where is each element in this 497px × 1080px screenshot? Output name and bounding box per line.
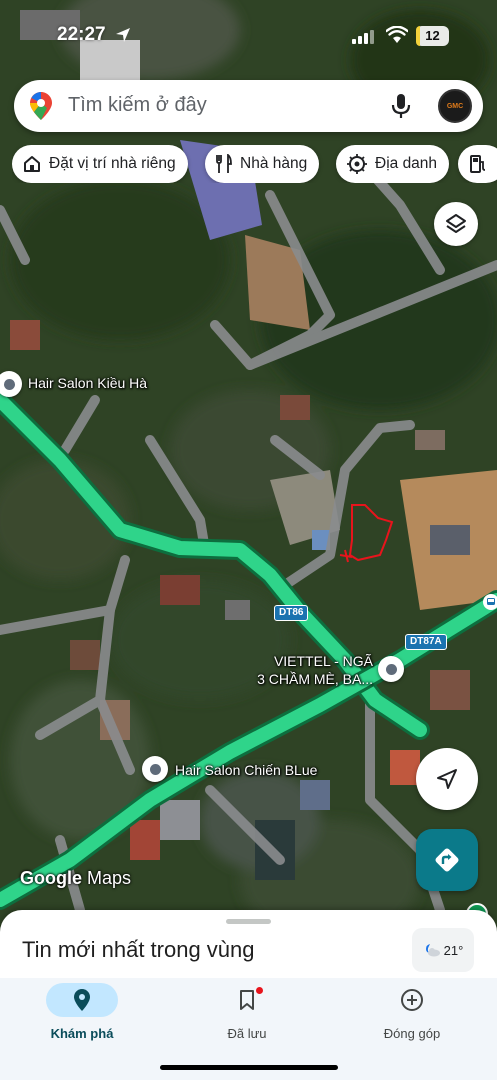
chip-label: Địa danh xyxy=(375,155,438,172)
nav-contribute[interactable]: Đóng góp xyxy=(352,983,472,1041)
status-time: 22:27 xyxy=(57,24,106,45)
watermark-product: Maps xyxy=(87,868,132,888)
place-pin[interactable] xyxy=(378,656,404,682)
night-cloud-icon xyxy=(425,944,440,957)
nav-saved-icon-wrap xyxy=(211,983,283,1017)
chip-landmarks[interactable]: Địa danh xyxy=(336,145,450,183)
chip-restaurants[interactable]: Nhà hàng xyxy=(205,145,320,183)
directions-button[interactable] xyxy=(416,829,478,891)
place-label-hair-salon-chien-blue[interactable]: Hair Salon Chiến BLue xyxy=(175,762,317,779)
road-shield-dt86: DT86 xyxy=(274,605,309,621)
bookmark-icon xyxy=(240,990,254,1010)
chip-label: Đặt vị trí nhà riêng xyxy=(49,155,176,172)
nav-saved-label: Đã lưu xyxy=(227,1026,267,1041)
layers-icon xyxy=(446,214,466,233)
search-bar[interactable]: Tìm kiếm ở đây GMC xyxy=(14,80,483,132)
sheet-title: Tin mới nhất trong vùng xyxy=(22,937,255,962)
home-indicator[interactable] xyxy=(160,1065,338,1070)
google-maps-watermark: Google Maps xyxy=(20,868,131,889)
gas-station-icon xyxy=(470,155,486,173)
navigation-arrow-icon xyxy=(437,769,457,789)
nav-explore-label: Khám phá xyxy=(50,1026,114,1041)
chip-gas-stations[interactable] xyxy=(458,145,497,183)
landmark-icon xyxy=(347,154,367,174)
road-shield-dt87a: DT87A xyxy=(405,634,447,650)
place-label-viettel-line1[interactable]: VIETTEL - NGÃ xyxy=(265,653,373,670)
add-circle-icon xyxy=(401,989,423,1011)
latest-in-area-sheet[interactable]: Tin mới nhất trong vùng 21° xyxy=(0,910,497,982)
avatar[interactable]: GMC xyxy=(438,89,472,123)
fork-knife-icon xyxy=(216,154,232,173)
layers-button[interactable] xyxy=(434,202,478,246)
place-label-hair-salon-kieu-ha[interactable]: Hair Salon Kiều Hà xyxy=(28,375,147,392)
bus-stop-icon[interactable] xyxy=(483,594,497,610)
chip-label: Nhà hàng xyxy=(240,155,308,172)
status-bar: 22:27 12 xyxy=(0,22,497,52)
my-location-button[interactable] xyxy=(416,748,478,810)
nav-explore[interactable]: Khám phá xyxy=(22,983,142,1041)
nav-contribute-icon-wrap xyxy=(376,983,448,1017)
temperature-value: 21° xyxy=(443,942,464,958)
nav-saved[interactable]: Đã lưu xyxy=(187,983,307,1041)
directions-icon xyxy=(435,848,459,872)
notification-badge xyxy=(256,987,263,994)
microphone-icon[interactable] xyxy=(391,92,411,120)
watermark-brand: Google xyxy=(20,868,82,888)
place-pin[interactable] xyxy=(142,756,168,782)
place-label-viettel-line2[interactable]: 3 CHẦM MÈ, BA... xyxy=(235,671,373,688)
search-input[interactable]: Tìm kiếm ở đây xyxy=(68,94,207,117)
explore-pin-icon xyxy=(74,989,90,1011)
chip-set-home[interactable]: Đặt vị trí nhà riêng xyxy=(12,145,188,183)
home-icon xyxy=(24,156,40,172)
location-arrow-icon xyxy=(116,28,130,42)
wifi-icon xyxy=(386,26,408,43)
battery-level-text: 12 xyxy=(425,28,440,43)
sheet-drag-handle[interactable] xyxy=(226,919,271,924)
battery-indicator: 12 xyxy=(416,26,449,46)
category-chips: Đặt vị trí nhà riêng Nhà hàng Địa danh xyxy=(12,145,497,183)
cellular-signal-icon xyxy=(352,30,374,44)
nav-contribute-label: Đóng góp xyxy=(383,1026,441,1041)
nav-explore-icon-wrap xyxy=(46,983,118,1017)
google-maps-pin-logo-icon xyxy=(30,92,52,120)
weather-chip[interactable]: 21° xyxy=(412,928,474,972)
